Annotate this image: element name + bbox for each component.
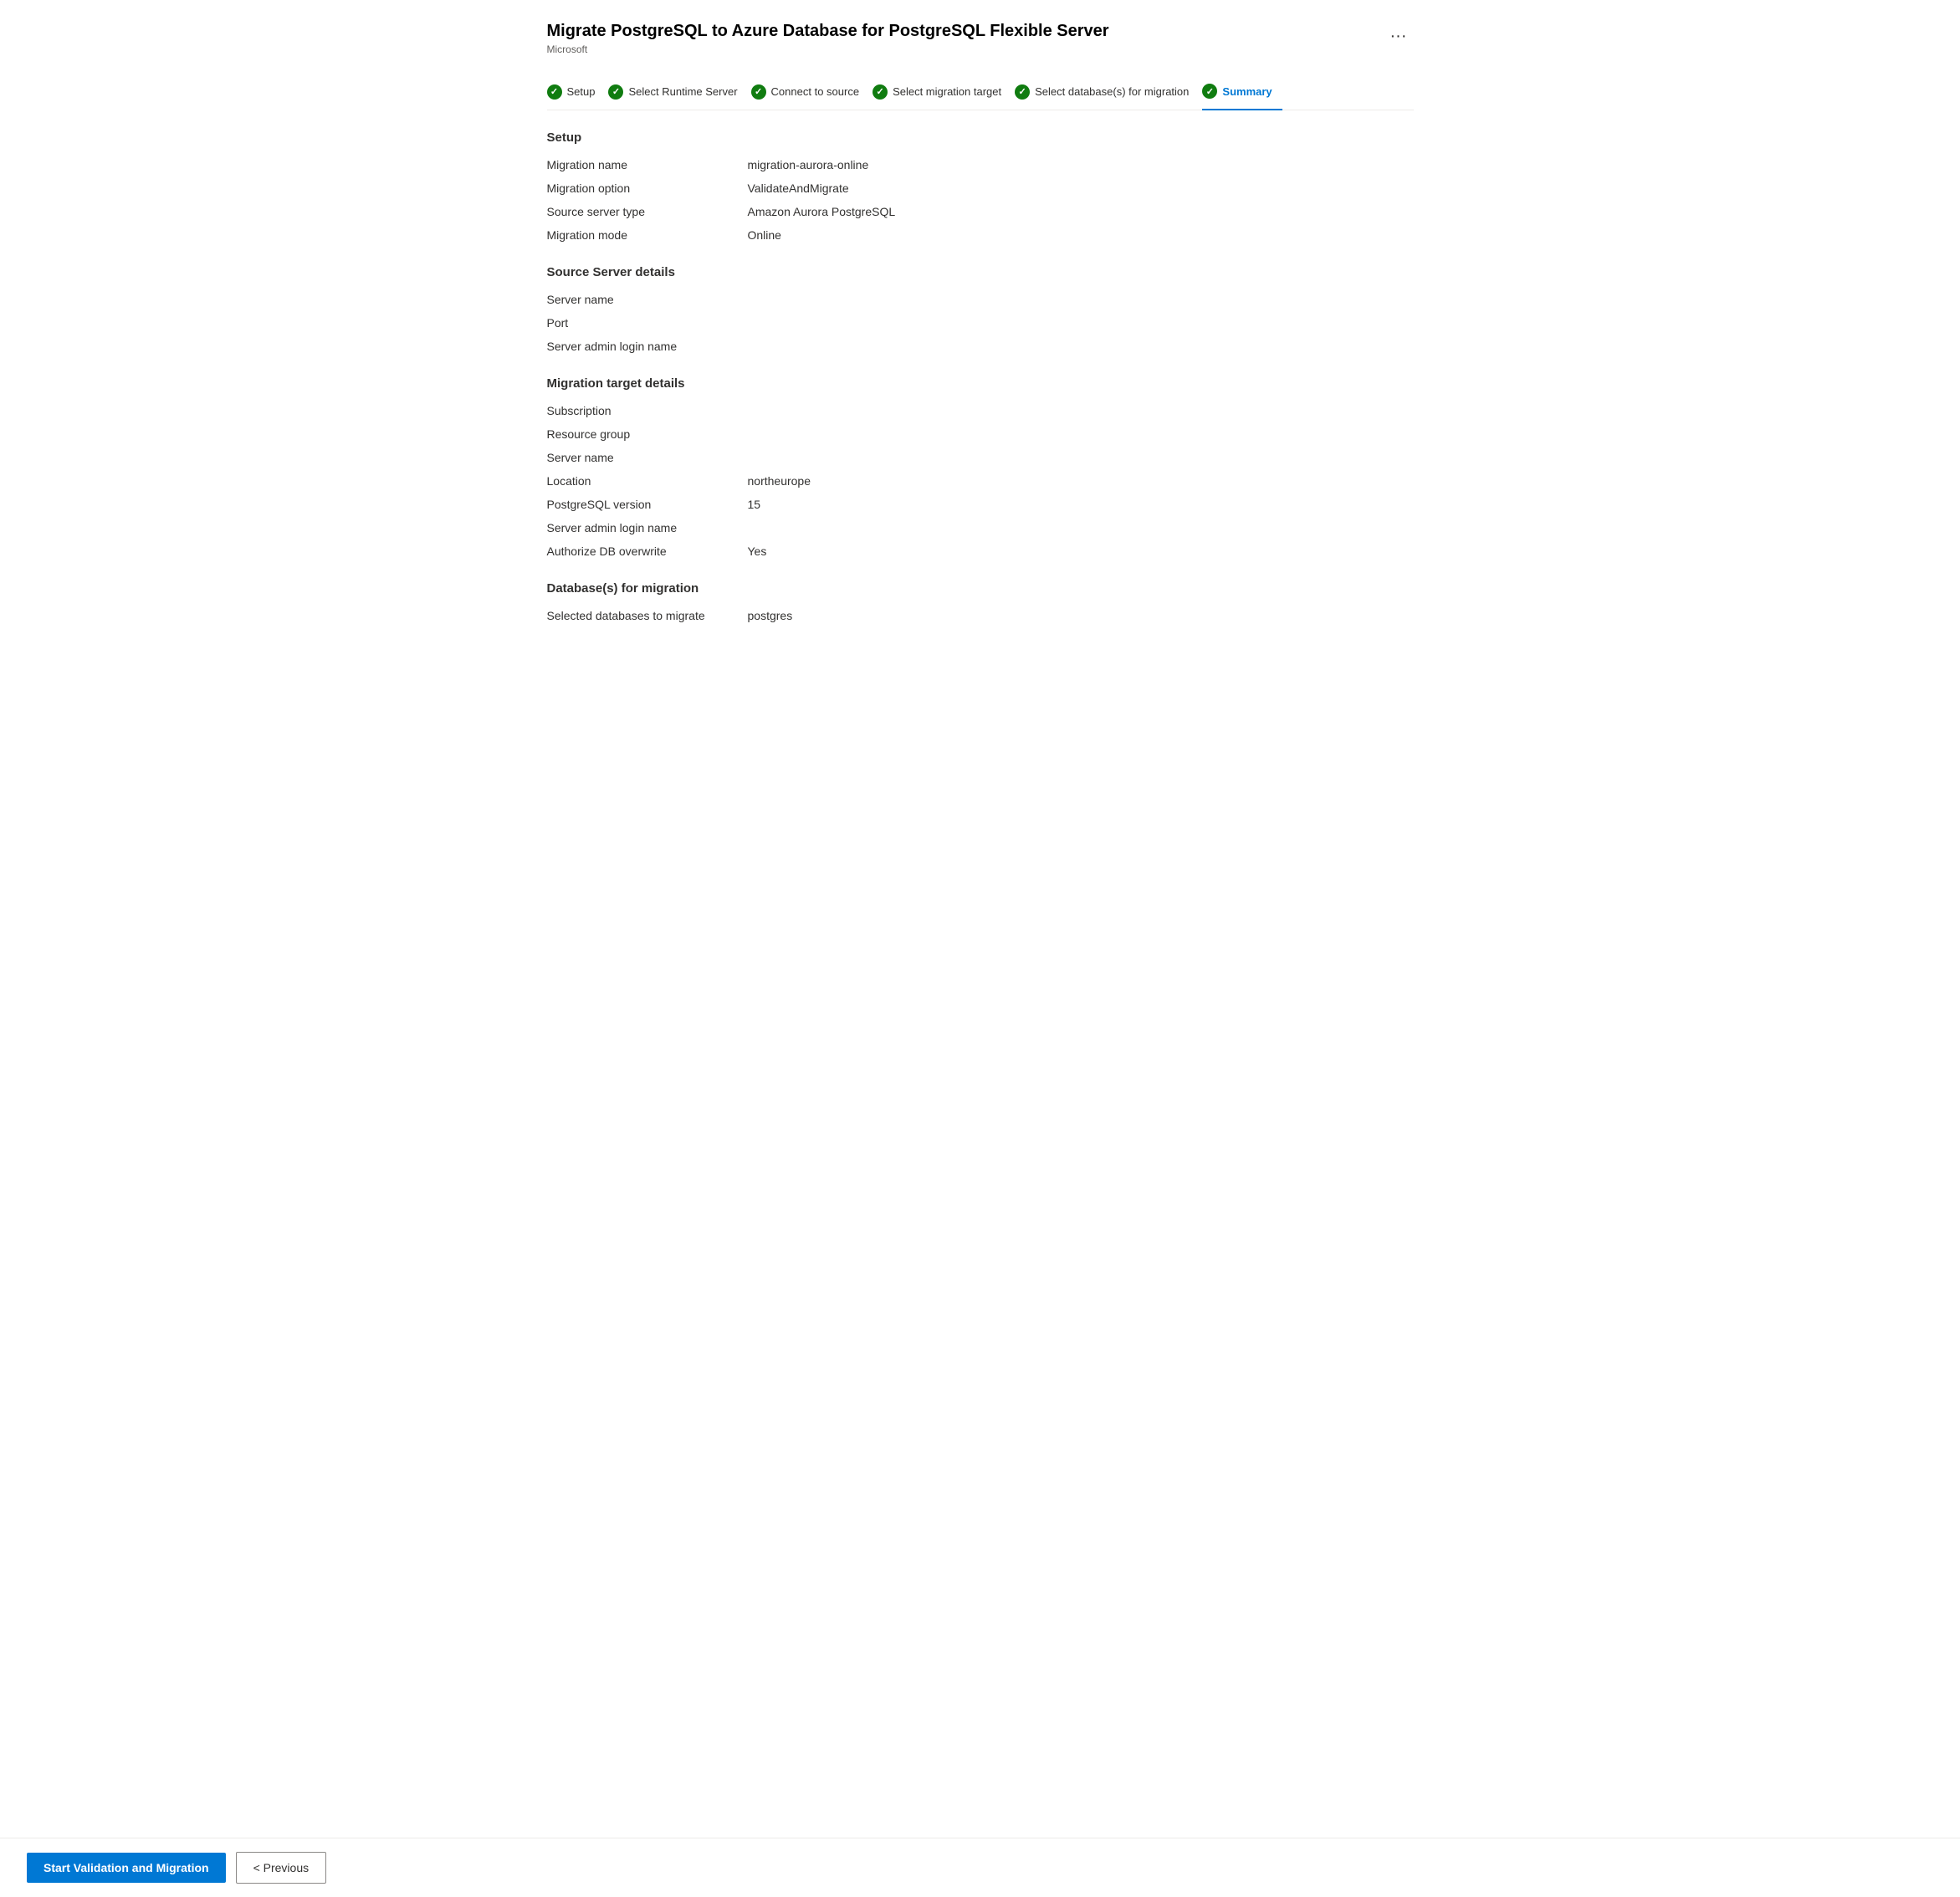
migration-target-fields: Subscription Resource group Server name Loc…: [547, 404, 1414, 558]
start-validation-migration-button[interactable]: Start Validation and Migration: [27, 1853, 226, 1883]
databases-fields: Selected databases to migrate postgres: [547, 609, 1414, 622]
wizard-steps: Setup Select Runtime Server Connect to sou…: [547, 75, 1414, 110]
step-check-runtime-server: [608, 84, 623, 100]
step-label-setup: Setup: [567, 85, 596, 98]
field-label: Server admin login name: [547, 340, 731, 353]
page-container: Migrate PostgreSQL to Azure Database for…: [520, 0, 1441, 1897]
field-row: Location northeurope: [547, 474, 1414, 488]
field-row: Selected databases to migrate postgres: [547, 609, 1414, 622]
source-server-fields: Server name Port Server admin login name: [547, 293, 1414, 353]
field-label: Location: [547, 474, 731, 488]
field-label: Source server type: [547, 205, 731, 218]
more-options-icon[interactable]: ···: [1384, 23, 1414, 49]
field-row: Resource group: [547, 427, 1414, 441]
content-area: Setup Migration name migration-aurora-onl…: [547, 110, 1414, 1897]
field-label: Authorize DB overwrite: [547, 545, 731, 558]
field-value: northeurope: [748, 474, 811, 488]
field-label: Resource group: [547, 427, 731, 441]
field-value: migration-aurora-online: [748, 158, 869, 171]
field-label: Migration mode: [547, 228, 731, 242]
wizard-step-setup[interactable]: Setup: [547, 76, 606, 110]
field-value: postgres: [748, 609, 793, 622]
field-value: 15: [748, 498, 761, 511]
wizard-step-migration-target[interactable]: Select migration target: [873, 76, 1011, 110]
field-row: Port: [547, 316, 1414, 330]
field-label: Port: [547, 316, 731, 330]
step-check-summary: [1202, 84, 1217, 99]
field-row: Server name: [547, 293, 1414, 306]
wizard-step-select-databases[interactable]: Select database(s) for migration: [1015, 76, 1199, 110]
previous-button[interactable]: < Previous: [236, 1852, 327, 1884]
step-label-runtime-server: Select Runtime Server: [628, 85, 737, 98]
step-check-select-databases: [1015, 84, 1030, 100]
page-header: Migrate PostgreSQL to Azure Database for…: [547, 20, 1414, 55]
field-value: ValidateAndMigrate: [748, 182, 849, 195]
step-label-migration-target: Select migration target: [893, 85, 1001, 98]
source-server-section-title: Source Server details: [547, 265, 1414, 279]
field-label: Server name: [547, 451, 731, 464]
step-check-setup: [547, 84, 562, 100]
section-migration-target: Migration target details Subscription Res…: [547, 376, 1414, 558]
setup-fields: Migration namemigration-aurora-onlineMig…: [547, 158, 1414, 242]
header-text: Migrate PostgreSQL to Azure Database for…: [547, 20, 1109, 55]
wizard-step-runtime-server[interactable]: Select Runtime Server: [608, 76, 747, 110]
section-setup: Setup Migration name migration-aurora-onl…: [547, 130, 1414, 242]
field-label: Server name: [547, 293, 731, 306]
wizard-step-connect-source[interactable]: Connect to source: [751, 76, 870, 110]
section-databases: Database(s) for migration Selected datab…: [547, 581, 1414, 622]
databases-section-title: Database(s) for migration: [547, 581, 1414, 596]
field-value: Online: [748, 228, 781, 242]
field-row: Server admin login name: [547, 340, 1414, 353]
migration-target-section-title: Migration target details: [547, 376, 1414, 391]
field-row: Server name: [547, 451, 1414, 464]
step-check-migration-target: [873, 84, 888, 100]
page-title: Migrate PostgreSQL to Azure Database for…: [547, 20, 1109, 42]
step-label-summary: Summary: [1222, 85, 1272, 98]
field-label: PostgreSQL version: [547, 498, 731, 511]
field-label: Server admin login name: [547, 521, 731, 534]
field-label: Selected databases to migrate: [547, 609, 731, 622]
field-row: Migration option ValidateAndMigrate: [547, 182, 1414, 195]
field-value: Yes: [748, 545, 767, 558]
field-row: Server admin login name: [547, 521, 1414, 534]
field-row: PostgreSQL version 15: [547, 498, 1414, 511]
field-row: Migration name migration-aurora-online: [547, 158, 1414, 171]
field-row: Authorize DB overwrite Yes: [547, 545, 1414, 558]
footer: Start Validation and Migration < Previou…: [0, 1838, 1960, 1897]
field-label: Migration option: [547, 182, 731, 195]
step-check-connect-source: [751, 84, 766, 100]
field-row: Subscription: [547, 404, 1414, 417]
step-label-select-databases: Select database(s) for migration: [1035, 85, 1189, 98]
page-subtitle: Microsoft: [547, 43, 1109, 55]
field-value: Amazon Aurora PostgreSQL: [748, 205, 896, 218]
setup-section-title: Setup: [547, 130, 1414, 145]
field-row: Source server type Amazon Aurora PostgreS…: [547, 205, 1414, 218]
wizard-step-summary[interactable]: Summary: [1202, 75, 1282, 110]
field-label: Subscription: [547, 404, 731, 417]
field-row: Migration mode Online: [547, 228, 1414, 242]
section-source-server: Source Server details Server namePortSer…: [547, 265, 1414, 353]
step-label-connect-source: Connect to source: [771, 85, 860, 98]
field-label: Migration name: [547, 158, 731, 171]
